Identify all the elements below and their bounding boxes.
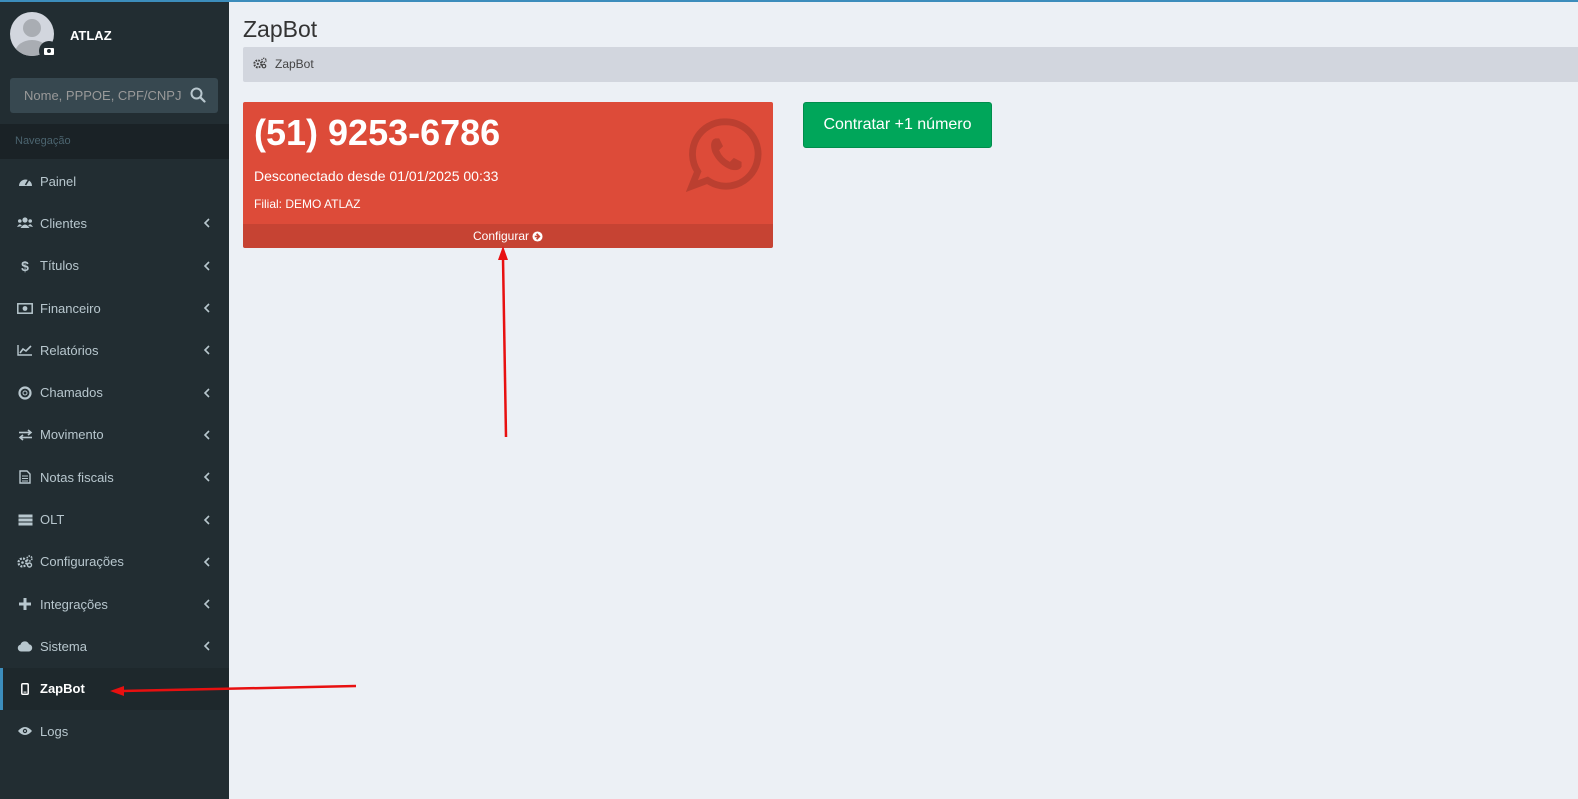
sidebar-item-notas-fiscais[interactable]: Notas fiscais (0, 456, 229, 498)
sidebar-item-label: Financeiro (40, 300, 101, 316)
chevron-left-icon (203, 641, 210, 651)
search-input[interactable] (10, 78, 194, 113)
chevron-left-icon (203, 514, 210, 525)
top-accent-line (0, 0, 1578, 2)
sidebar-item-movimento[interactable]: Movimento (0, 414, 229, 456)
sidebar-item-olt[interactable]: OLT (0, 498, 229, 540)
arrow-circle-right-icon (532, 230, 543, 242)
line-chart-icon (17, 343, 33, 357)
sidebar-item-zapbot[interactable]: ZapBot (0, 667, 229, 710)
user-panel: ATLAZ (0, 0, 229, 72)
sidebar-item-label: OLT (40, 512, 65, 528)
chevron-left-icon (203, 430, 210, 440)
cloud-icon (17, 639, 33, 653)
sidebar-item-label: Títulos (40, 258, 80, 274)
sidebar-item-titulos[interactable]: $ Títulos (0, 245, 229, 287)
whatsapp-icon (686, 118, 762, 193)
sidebar-menu: Painel Clientes $ Títulos Financeiro Rel (0, 160, 229, 752)
contract-number-button[interactable]: Contratar +1 número (803, 102, 992, 148)
sidebar-item-label: Sistema (40, 638, 87, 654)
sidebar-item-label: Integrações (40, 596, 108, 612)
chevron-left-icon (203, 218, 210, 229)
sidebar-item-label: Clientes (40, 215, 87, 231)
exchange-icon (17, 428, 33, 442)
sidebar-item-configuracoes[interactable]: Configurações (0, 541, 229, 583)
file-text-icon (17, 470, 33, 484)
money-icon (17, 301, 33, 315)
sidebar-item-chamados[interactable]: Chamados (0, 371, 229, 413)
cogs-icon (17, 555, 33, 569)
nav-header: Navegação (0, 124, 229, 159)
chevron-left-icon (203, 557, 210, 567)
sidebar: ATLAZ Navegação Painel Clientes $ Título… (0, 0, 229, 799)
page-title: ZapBot (243, 16, 318, 42)
user-name: ATLAZ (70, 28, 112, 43)
dollar-icon: $ (21, 257, 29, 274)
lifebuoy-icon (17, 386, 33, 400)
eye-icon (17, 724, 33, 738)
chevron-left-icon (203, 599, 210, 609)
sidebar-item-label: Chamados (40, 385, 103, 401)
sidebar-item-financeiro[interactable]: Financeiro (0, 287, 229, 329)
sidebar-item-label: Painel (40, 173, 77, 189)
dashboard-icon (17, 174, 33, 188)
connection-status: Desconectado desde 01/01/2025 00:33 (254, 168, 499, 184)
search-icon[interactable] (190, 87, 206, 103)
users-icon (17, 216, 33, 230)
branch-label: Filial: DEMO ATLAZ (254, 197, 361, 211)
chevron-left-icon (203, 345, 210, 355)
breadcrumb: ZapBot (243, 47, 1578, 82)
sidebar-item-sistema[interactable]: Sistema (0, 625, 229, 667)
breadcrumb-item[interactable]: ZapBot (275, 57, 314, 71)
number-card: (51) 9253-6786 Desconectado desde 01/01/… (243, 102, 773, 248)
camera-icon[interactable] (39, 41, 59, 61)
sidebar-item-label: Relatórios (40, 342, 99, 358)
sidebar-item-label: Notas fiscais (40, 469, 114, 485)
cogs-icon (253, 57, 267, 69)
phone-number: (51) 9253-6786 (254, 112, 501, 153)
annotation-overlay (110, 246, 508, 696)
sidebar-item-relatorios[interactable]: Relatórios (0, 329, 229, 371)
sidebar-item-label: Configurações (40, 554, 124, 570)
sidebar-item-clientes[interactable]: Clientes (0, 202, 229, 244)
sidebar-item-logs[interactable]: Logs (0, 710, 229, 752)
sidebar-item-painel[interactable]: Painel (0, 160, 229, 202)
plus-icon (17, 597, 33, 611)
annotation-arrow-up (498, 246, 508, 438)
chevron-left-icon (203, 303, 210, 313)
search-form (10, 78, 218, 113)
chevron-left-icon (203, 472, 210, 482)
sidebar-item-label: ZapBot (40, 681, 85, 697)
configure-label: Configurar (472, 229, 530, 243)
sidebar-item-integracoes[interactable]: Integrações (0, 583, 229, 625)
server-icon (17, 513, 33, 527)
mobile-icon (17, 682, 33, 696)
sidebar-item-label: Movimento (40, 427, 104, 443)
chevron-left-icon (203, 261, 210, 271)
chevron-left-icon (203, 388, 210, 398)
configure-link[interactable]: Configurar (243, 224, 773, 248)
sidebar-item-label: Logs (40, 723, 69, 739)
